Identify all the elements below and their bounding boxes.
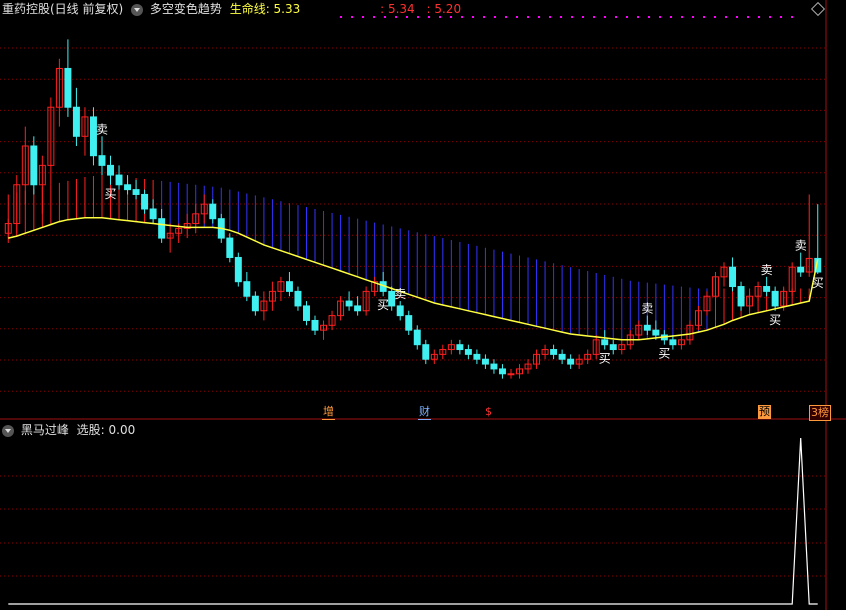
pick-label: 选股: 0.00 [76, 423, 136, 437]
candle-body [797, 266, 805, 273]
candle-body [209, 203, 217, 220]
candle-body [294, 290, 302, 307]
indicator-toggle-icon[interactable] [131, 3, 144, 16]
event-marker[interactable]: 财 [418, 405, 431, 420]
candle-body [396, 305, 404, 317]
candle-body [226, 237, 234, 258]
candle-body [729, 266, 737, 288]
signal-buy: 买 [377, 298, 389, 312]
candle-body [285, 281, 293, 292]
candle-body [737, 286, 745, 307]
stock-title[interactable]: 重药控股(日线 前复权) [2, 2, 123, 16]
candle-body [456, 344, 464, 351]
candle-body [149, 208, 157, 220]
event-marker[interactable]: 预 [758, 405, 771, 419]
candle-body [132, 189, 140, 195]
candle-body [771, 290, 779, 307]
signal-buy: 买 [769, 313, 781, 327]
candle-body [669, 339, 677, 346]
candle-body [303, 305, 310, 321]
lifeline-curve [8, 216, 819, 341]
candle-body [490, 363, 498, 370]
signal-buy: 买 [599, 352, 611, 366]
lifeline-label: 生命线: 5.33 [229, 2, 301, 16]
candle-body [609, 344, 617, 351]
candle-body [30, 145, 38, 186]
candle-body [567, 358, 575, 365]
candle-body [507, 373, 515, 376]
chart-canvas: 卖买买卖买卖买卖买卖买 [0, 0, 846, 610]
price-b: : 5.20 [426, 2, 462, 16]
candle-body [643, 324, 651, 331]
candle-body [311, 319, 319, 331]
signal-buy: 买 [812, 276, 824, 290]
candle-body [763, 286, 771, 292]
candle-body [124, 184, 132, 191]
event-marker[interactable]: 3榜 [809, 405, 831, 421]
candle-body [115, 174, 123, 186]
candle-body [234, 256, 242, 283]
signal-buy: 买 [658, 347, 670, 361]
price-a: : 5.34 [380, 2, 415, 16]
candle-body [550, 349, 558, 355]
candle-body [345, 300, 353, 307]
candle-body [405, 315, 413, 331]
candle-body [601, 339, 609, 346]
sub-indicator-toggle-icon[interactable] [2, 424, 14, 437]
candle-body [464, 349, 472, 355]
candle-body [558, 353, 566, 360]
signal-buy: 买 [105, 187, 117, 201]
signal-sell: 卖 [641, 302, 653, 316]
candle-body [107, 164, 114, 176]
signal-sell: 卖 [795, 239, 807, 253]
candle-body [251, 295, 259, 312]
signal-sell: 卖 [394, 287, 406, 301]
sub-line [8, 437, 818, 605]
sub-panel [8, 437, 818, 605]
indicator-name[interactable]: 多空变色趋势 [150, 2, 222, 16]
event-marker[interactable]: $ [484, 405, 493, 419]
signal-sell: 卖 [96, 122, 108, 136]
header-dots [340, 16, 800, 18]
candle-body [243, 281, 251, 297]
candle-body [98, 155, 106, 166]
candle-body [158, 218, 166, 239]
candle-body [354, 305, 362, 312]
candle-body [141, 193, 149, 210]
signal-sell: 卖 [761, 263, 773, 277]
grid-lines [0, 47, 826, 577]
candle-body [413, 329, 421, 346]
candle-body [481, 358, 489, 365]
candle-body [652, 329, 660, 336]
candle-body [422, 344, 430, 360]
main-header: 重药控股(日线 前复权) 多空变色趋势 生命线: 5.33 : 5.34 : 5… [2, 1, 461, 17]
candle-body [64, 67, 72, 108]
candle-body [498, 368, 506, 375]
sub-indicator-name[interactable]: 黑马过峰 [21, 423, 69, 437]
event-marker[interactable]: 增 [322, 405, 335, 420]
candle-body [473, 353, 481, 360]
candle-body [72, 106, 80, 137]
sub-header: 黑马过峰 选股: 0.00 [2, 422, 135, 438]
